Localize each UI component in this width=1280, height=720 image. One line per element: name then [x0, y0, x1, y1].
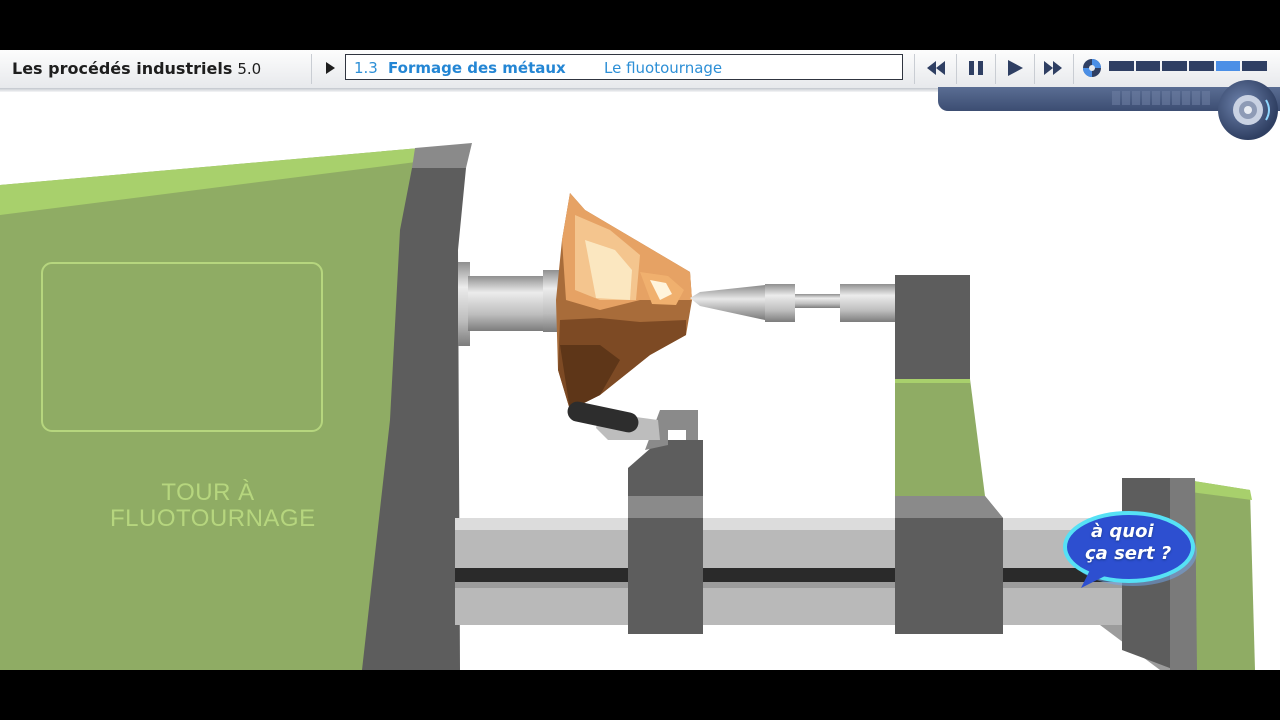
app-title: Les procédés industriels 5.0 [12, 59, 261, 78]
progress-segment-active [1215, 61, 1241, 71]
progress-segment [1242, 61, 1268, 71]
play-small-icon [326, 62, 335, 74]
progress-bar[interactable] [1109, 61, 1268, 71]
badge-line1: à quoi [1091, 521, 1154, 542]
app-version: 5.0 [237, 60, 262, 78]
fast-forward-button[interactable] [1034, 53, 1072, 83]
pause-button[interactable] [957, 53, 995, 83]
chapter-number: 1.3 [354, 59, 378, 77]
play-button[interactable] [996, 53, 1034, 83]
fast-forward-icon [1044, 61, 1062, 75]
progress-segment [1162, 61, 1188, 71]
play-icon [1008, 60, 1023, 76]
spindle [458, 262, 565, 346]
badge-line2: ça sert ? [1085, 543, 1172, 564]
a-quoi-ca-sert-button[interactable]: à quoi ça sert ? [1063, 510, 1199, 592]
machine-label: TOUR À FLUOTOURNAGE [110, 479, 316, 532]
tailstock-center [690, 284, 898, 322]
tailstock [895, 275, 1003, 634]
workpiece-cone [556, 193, 692, 410]
machine-label-line1: TOUR À [161, 479, 255, 506]
pause-icon [969, 61, 983, 75]
speaker-icon [1233, 95, 1270, 125]
machine-label-line2: FLUOTOURNAGE [110, 505, 316, 532]
player-toolbar: Les procédés industriels 5.0 1.3 Formage … [0, 50, 1280, 92]
progress-segment [1189, 61, 1214, 71]
chapter-title[interactable]: Formage des métaux [388, 59, 566, 77]
progress-segment [1135, 61, 1161, 71]
toolbar-divider [914, 54, 915, 84]
progress-segment [1109, 61, 1134, 71]
toolbar-divider [311, 54, 312, 84]
app-title-text: Les procédés industriels [12, 59, 233, 78]
topic-title: Le fluotournage [604, 59, 723, 77]
speaker-button[interactable] [1218, 80, 1278, 140]
breadcrumb: 1.3 Formage des métaux Le fluotournage [345, 54, 903, 80]
headstock [0, 143, 472, 670]
volume-level-grid[interactable] [1112, 91, 1210, 105]
disc-button[interactable] [1073, 53, 1111, 83]
disc-icon [1083, 59, 1101, 77]
letterbox-top [0, 0, 1280, 50]
menu-play-button[interactable] [318, 56, 342, 80]
letterbox-bottom [0, 670, 1280, 720]
rewind-icon [927, 61, 945, 75]
rewind-button[interactable] [917, 53, 955, 83]
